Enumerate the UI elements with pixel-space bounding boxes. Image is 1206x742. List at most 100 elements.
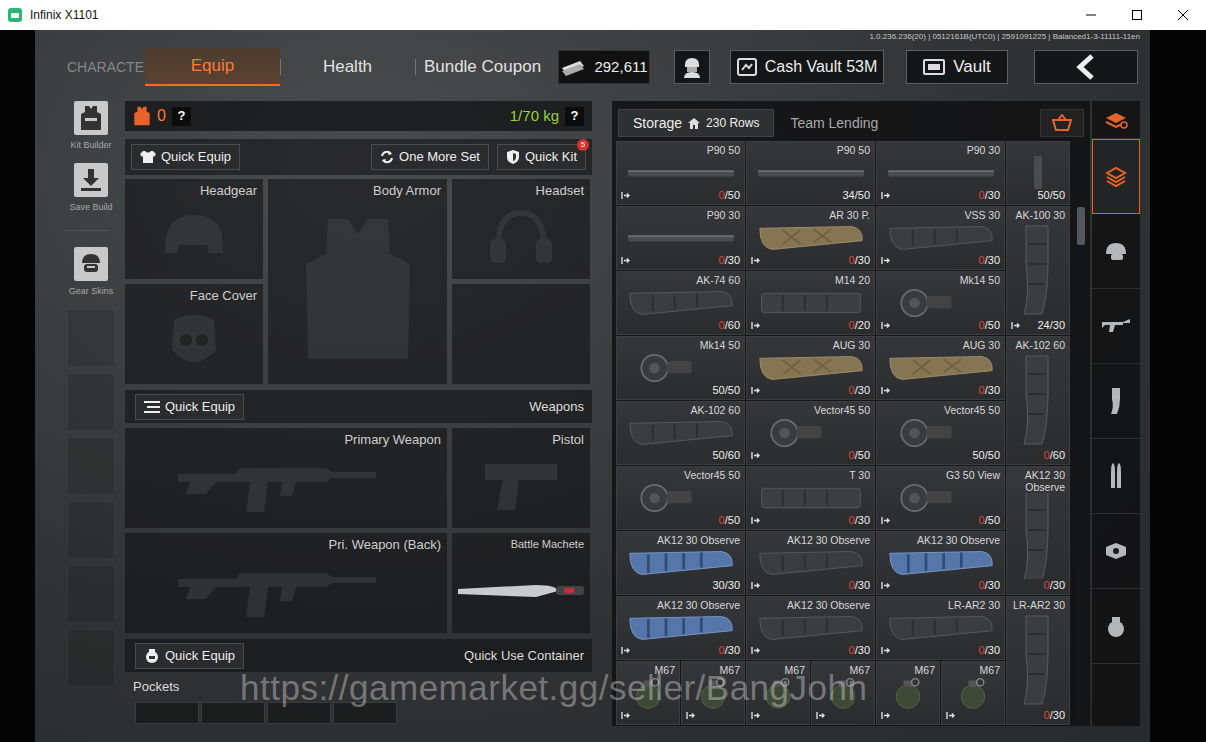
- category-tab[interactable]: [1092, 514, 1140, 589]
- rail-item[interactable]: Kit Builder: [65, 101, 117, 153]
- storage-item[interactable]: AK12 30 Observe0/30: [616, 596, 745, 660]
- quick-equip-button[interactable]: Quick Equip: [131, 144, 240, 170]
- nav-tab[interactable]: Equip: [145, 48, 280, 86]
- storage-item[interactable]: AK12 30 Observe0/30: [746, 596, 875, 660]
- storage-item[interactable]: LR-AR2 300/30: [876, 596, 1005, 660]
- filter-icon: [1104, 110, 1128, 130]
- maximize-button[interactable]: [1114, 0, 1160, 30]
- storage-item[interactable]: AK12 30 Observe0/30: [746, 531, 875, 595]
- vault-button[interactable]: Vault: [906, 50, 1008, 84]
- storage-item[interactable]: 50/50: [1006, 141, 1070, 205]
- cash-vault-button[interactable]: Cash Vault 53M: [730, 50, 884, 84]
- storage-item[interactable]: P90 300/30: [876, 141, 1005, 205]
- minimize-button[interactable]: [1068, 0, 1114, 30]
- home-icon: [688, 118, 700, 129]
- storage-item[interactable]: AUG 300/30: [746, 336, 875, 400]
- category-tab[interactable]: [1092, 139, 1140, 214]
- pocket-slot[interactable]: [201, 702, 265, 724]
- equip-slot[interactable]: Battle Machete: [452, 533, 590, 633]
- category-tab[interactable]: [1092, 289, 1140, 364]
- close-button[interactable]: [1160, 0, 1206, 30]
- rail-item[interactable]: Save Build: [65, 163, 117, 215]
- storage-item[interactable]: VSS 300/30: [876, 206, 1005, 270]
- storage-item[interactable]: AK-102 6050/60: [616, 401, 745, 465]
- category-tab[interactable]: [1092, 214, 1140, 289]
- storage-item[interactable]: Mk14 5050/50: [616, 336, 745, 400]
- refresh-icon: [380, 150, 394, 164]
- storage-item[interactable]: AK12 30 Observe30/30: [616, 531, 745, 595]
- item-name: AK-100 30: [1011, 209, 1065, 221]
- marked-icon: [621, 646, 630, 655]
- storage-item[interactable]: AUG 300/30: [876, 336, 1005, 400]
- category-tab[interactable]: [1092, 589, 1140, 664]
- quick-equip-button[interactable]: Quick Equip: [135, 394, 244, 420]
- empty-rail-slot: [67, 437, 115, 495]
- quick-equip-button[interactable]: Quick Equip: [135, 643, 244, 669]
- help-button[interactable]: ?: [565, 107, 584, 126]
- one-more-set-button[interactable]: One More Set: [371, 144, 489, 170]
- nav-tab[interactable]: Health: [280, 48, 415, 86]
- pocket-slot[interactable]: [333, 702, 397, 724]
- storage-item[interactable]: P90 500/50: [616, 141, 745, 205]
- sort-button[interactable]: [1040, 109, 1084, 137]
- storage-item[interactable]: Vector45 500/50: [746, 401, 875, 465]
- storage-item[interactable]: M67: [746, 661, 810, 725]
- storage-item[interactable]: M67: [811, 661, 875, 725]
- count-current: 0: [849, 384, 855, 396]
- equip-slot[interactable]: Face Cover: [125, 284, 263, 384]
- storage-item[interactable]: AK-102 600/60: [1006, 336, 1070, 465]
- help-button[interactable]: ?: [172, 107, 191, 126]
- equip-slot[interactable]: Body Armor: [268, 179, 447, 384]
- scroll-thumb[interactable]: [1077, 207, 1085, 245]
- storage-item[interactable]: Mk14 500/50: [876, 271, 1005, 335]
- item-count: 0/30: [849, 514, 870, 527]
- rail-button[interactable]: [74, 163, 108, 197]
- storage-item[interactable]: LR-AR2 300/30: [1006, 596, 1070, 725]
- storage-item[interactable]: M67: [941, 661, 1005, 725]
- storage-tab[interactable]: Storage230 Rows: [618, 109, 774, 137]
- storage-item[interactable]: T 300/30: [746, 466, 875, 530]
- storage-item[interactable]: AR 30 P.0/30: [746, 206, 875, 270]
- storage-item[interactable]: M67: [876, 661, 940, 725]
- storage-item[interactable]: AK12 30 Observe0/30: [1006, 466, 1070, 595]
- storage-item[interactable]: G3 50 View0/50: [876, 466, 1005, 530]
- quick-kit-button[interactable]: Quick Kit5: [497, 144, 586, 170]
- magazine-icon: [755, 353, 867, 383]
- profile-button[interactable]: [674, 50, 710, 84]
- storage-item[interactable]: AK12 30 Observe0/30: [876, 531, 1005, 595]
- storage-item[interactable]: AK-74 600/60: [616, 271, 745, 335]
- storage-item[interactable]: Vector45 5050/50: [876, 401, 1005, 465]
- category-tab[interactable]: [1092, 101, 1140, 139]
- storage-item[interactable]: M67: [616, 661, 680, 725]
- rail-button[interactable]: [74, 247, 108, 281]
- category-tab[interactable]: [1092, 439, 1140, 514]
- equip-slot[interactable]: Pistol: [452, 428, 590, 528]
- storage-item[interactable]: AK-100 3024/30: [1006, 206, 1070, 335]
- pocket-slot[interactable]: [267, 702, 331, 724]
- equip-slot[interactable]: Primary Weapon: [125, 428, 447, 528]
- storage-item[interactable]: M67: [681, 661, 745, 725]
- equip-slot[interactable]: Headset: [452, 179, 590, 279]
- section-title: Quick Use Container: [464, 646, 584, 666]
- storage-item[interactable]: P90 300/30: [616, 206, 745, 270]
- storage-item[interactable]: Vector45 500/50: [616, 466, 745, 530]
- storage-tab[interactable]: Team Lending: [776, 109, 892, 137]
- magazine-icon: [625, 223, 737, 253]
- storage-item[interactable]: M14 200/20: [746, 271, 875, 335]
- equip-slot[interactable]: [452, 284, 590, 384]
- back-button[interactable]: [1034, 50, 1138, 84]
- rail-button[interactable]: [74, 101, 108, 135]
- count-current: 30: [712, 579, 724, 591]
- scrollbar[interactable]: [1076, 141, 1086, 726]
- pocket-slot[interactable]: [135, 702, 199, 724]
- storage-item[interactable]: P90 5034/50: [746, 141, 875, 205]
- item-footer: 50/50: [621, 384, 740, 397]
- marked-icon: [881, 646, 890, 655]
- nav-tab[interactable]: Bundle Coupon: [415, 48, 550, 86]
- item-count: 0/50: [979, 514, 1000, 527]
- equip-slot[interactable]: Headgear: [125, 179, 263, 279]
- rail-item[interactable]: Gear Skins: [65, 247, 117, 299]
- right-border: [1150, 30, 1206, 742]
- equip-slot[interactable]: Pri. Weapon (Back): [125, 533, 447, 633]
- category-tab[interactable]: [1092, 364, 1140, 439]
